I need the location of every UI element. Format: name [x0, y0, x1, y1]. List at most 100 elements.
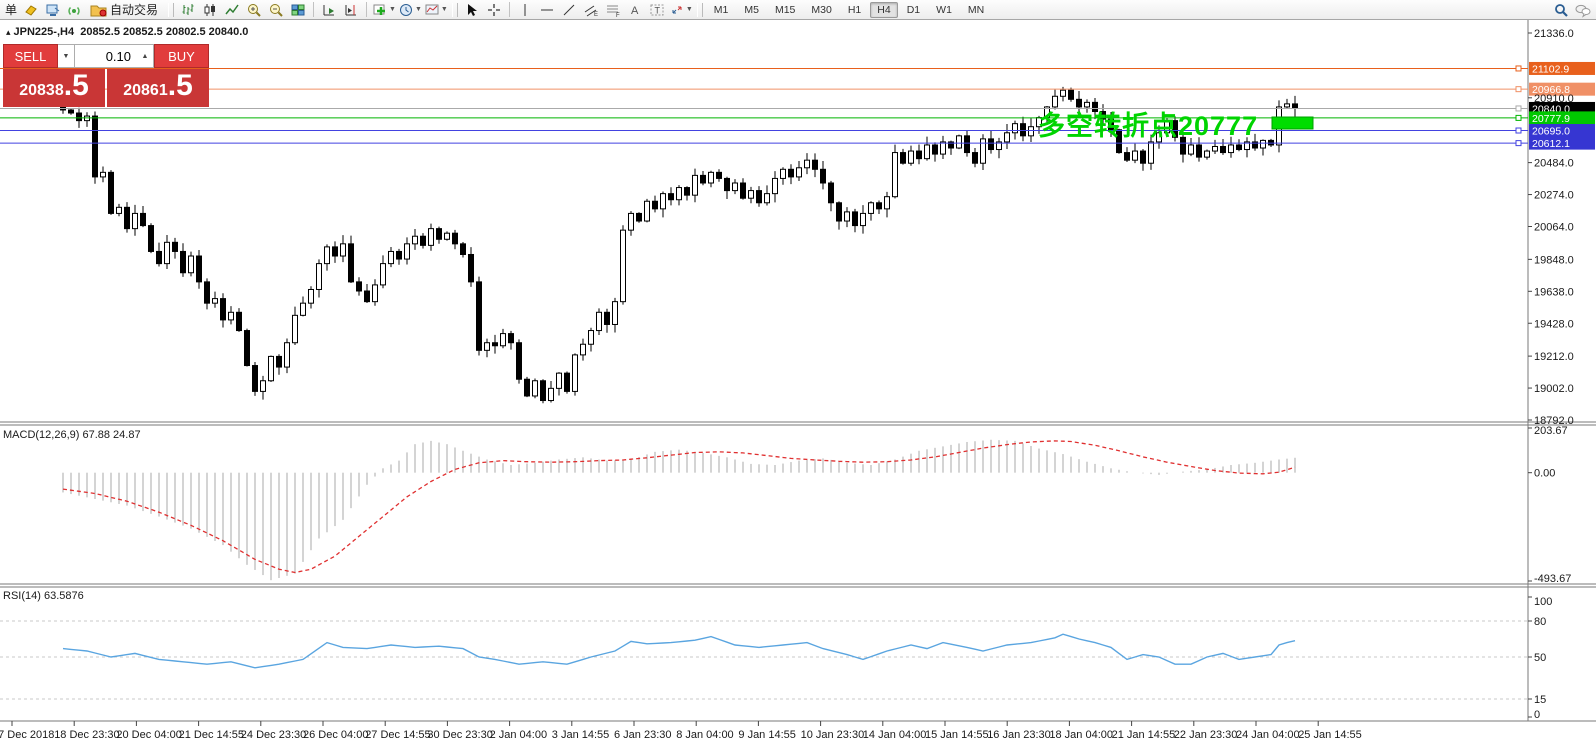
candle-body: [796, 167, 802, 178]
price-level-value: 21102.9: [1532, 63, 1569, 75]
candle-body: [1060, 89, 1066, 97]
candle-body: [540, 380, 546, 402]
arrows-tool-button[interactable]: ▼: [668, 0, 694, 20]
candle-body: [612, 301, 618, 325]
candle-body: [180, 250, 186, 274]
time-axis-label: 8 Jan 04:00: [676, 729, 734, 741]
candlestick-chart-icon[interactable]: [199, 0, 221, 20]
price-axis-label: 20064.0: [1534, 222, 1574, 234]
candle-body: [852, 211, 858, 227]
candle-body: [772, 177, 778, 195]
chat-icon[interactable]: [1572, 0, 1594, 20]
zoom-out-icon[interactable]: [265, 0, 287, 20]
equidistant-channel-icon[interactable]: E: [580, 0, 602, 20]
candle-body: [508, 333, 514, 344]
volume-decrease-button[interactable]: ▼: [58, 44, 75, 68]
candle-body: [532, 380, 538, 397]
candle-body: [692, 174, 698, 196]
price-axis-label: 19638.0: [1534, 286, 1574, 298]
candle-body: [356, 281, 362, 292]
text-label-icon[interactable]: T: [646, 0, 668, 20]
candle-body: [636, 212, 642, 222]
horizontal-line-icon[interactable]: [536, 0, 558, 20]
candle-body: [404, 243, 410, 260]
timeframe-button-m5[interactable]: M5: [737, 2, 766, 18]
candle-body: [1292, 103, 1298, 109]
candle-body: [988, 138, 994, 151]
fibonacci-icon[interactable]: F: [602, 0, 624, 20]
rsi-axis-label: 80: [1534, 616, 1546, 628]
indicators-button[interactable]: ▼: [371, 0, 397, 20]
volume-input[interactable]: 0.10: [75, 44, 137, 68]
rsi-axis-label: 100: [1534, 596, 1552, 608]
candle-body: [348, 243, 354, 283]
candle-body: [1260, 139, 1266, 149]
time-axis-label: 20 Dec 04:00: [116, 729, 181, 741]
timeframe-button-h1[interactable]: H1: [841, 2, 868, 18]
candle-body: [100, 171, 106, 178]
timeframe-button-mn[interactable]: MN: [961, 2, 991, 18]
signals-icon[interactable]: [64, 0, 86, 20]
timeframe-button-w1[interactable]: W1: [929, 2, 959, 18]
candle-body: [620, 229, 626, 303]
line-chart-icon[interactable]: [221, 0, 243, 20]
candle-body: [940, 141, 946, 155]
candle-body: [476, 281, 482, 351]
tile-windows-icon[interactable]: [287, 0, 309, 20]
candle-body: [1236, 144, 1242, 151]
trendline-icon[interactable]: [558, 0, 580, 20]
terminal-icon[interactable]: [42, 0, 64, 20]
new-order-icon[interactable]: [20, 0, 42, 20]
candle-body: [140, 212, 146, 227]
candle-body: [252, 365, 258, 392]
toolbar-separator: [313, 2, 315, 17]
zoom-in-icon[interactable]: [243, 0, 265, 20]
time-axis-label: 30 Dec 23:30: [427, 729, 492, 741]
search-icon[interactable]: [1550, 0, 1572, 20]
buy-price-display[interactable]: 20861 .5: [107, 69, 209, 107]
vertical-line-icon[interactable]: [514, 0, 536, 20]
candle-body: [1132, 150, 1138, 161]
crosshair-icon[interactable]: [483, 0, 505, 20]
buy-price-fraction: .5: [167, 69, 193, 102]
candle-body: [284, 342, 290, 368]
text-tool-icon[interactable]: A: [624, 0, 646, 20]
chart-canvas[interactable]: 21102.920966.820840.020777.920695.020612…: [0, 0, 1596, 756]
toolbar-separator: [508, 2, 510, 17]
timeframe-button-d1[interactable]: D1: [900, 2, 927, 18]
bar-chart-icon[interactable]: [177, 0, 199, 20]
candle-body: [380, 263, 386, 286]
candle-body: [676, 187, 682, 201]
candle-body: [1012, 123, 1018, 134]
timeframe-button-m30[interactable]: M30: [804, 2, 838, 18]
candle-body: [1028, 126, 1034, 137]
chart-shift-icon[interactable]: [340, 0, 362, 20]
clipped-order-label: 单: [5, 3, 18, 17]
timeframe-button-m15[interactable]: M15: [768, 2, 802, 18]
timeframe-button-h4[interactable]: H4: [870, 1, 898, 18]
buy-button[interactable]: BUY: [154, 44, 209, 68]
templates-button[interactable]: ▼: [423, 0, 449, 20]
candle-body: [604, 311, 610, 325]
price-axis-label: 20484.0: [1534, 158, 1574, 170]
time-axis-label: 15 Jan 14:55: [925, 729, 989, 741]
sell-price-display[interactable]: 20838 .5: [3, 69, 105, 107]
price-level-handle: [1515, 127, 1522, 134]
auto-trading-button[interactable]: 自动交易: [86, 0, 165, 20]
time-axis-label: 2 Jan 04:00: [490, 729, 547, 741]
time-axis-label: 10 Jan 23:30: [801, 729, 865, 741]
candle-body: [388, 250, 394, 265]
candle-body: [524, 378, 530, 397]
candle-body: [756, 190, 762, 204]
auto-trading-label: 自动交易: [110, 3, 159, 17]
auto-scroll-icon[interactable]: [318, 0, 340, 20]
timeframe-button-m1[interactable]: M1: [707, 2, 736, 18]
candle-body: [116, 206, 122, 214]
sell-button[interactable]: SELL: [3, 44, 58, 68]
time-axis-label: 3 Jan 14:55: [552, 729, 610, 741]
price-level-handle: [1515, 140, 1522, 147]
cursor-icon[interactable]: [461, 0, 483, 20]
volume-increase-button[interactable]: ▲: [137, 44, 154, 68]
price-level-handle: [1515, 65, 1522, 72]
periods-button[interactable]: ▼: [397, 0, 423, 20]
